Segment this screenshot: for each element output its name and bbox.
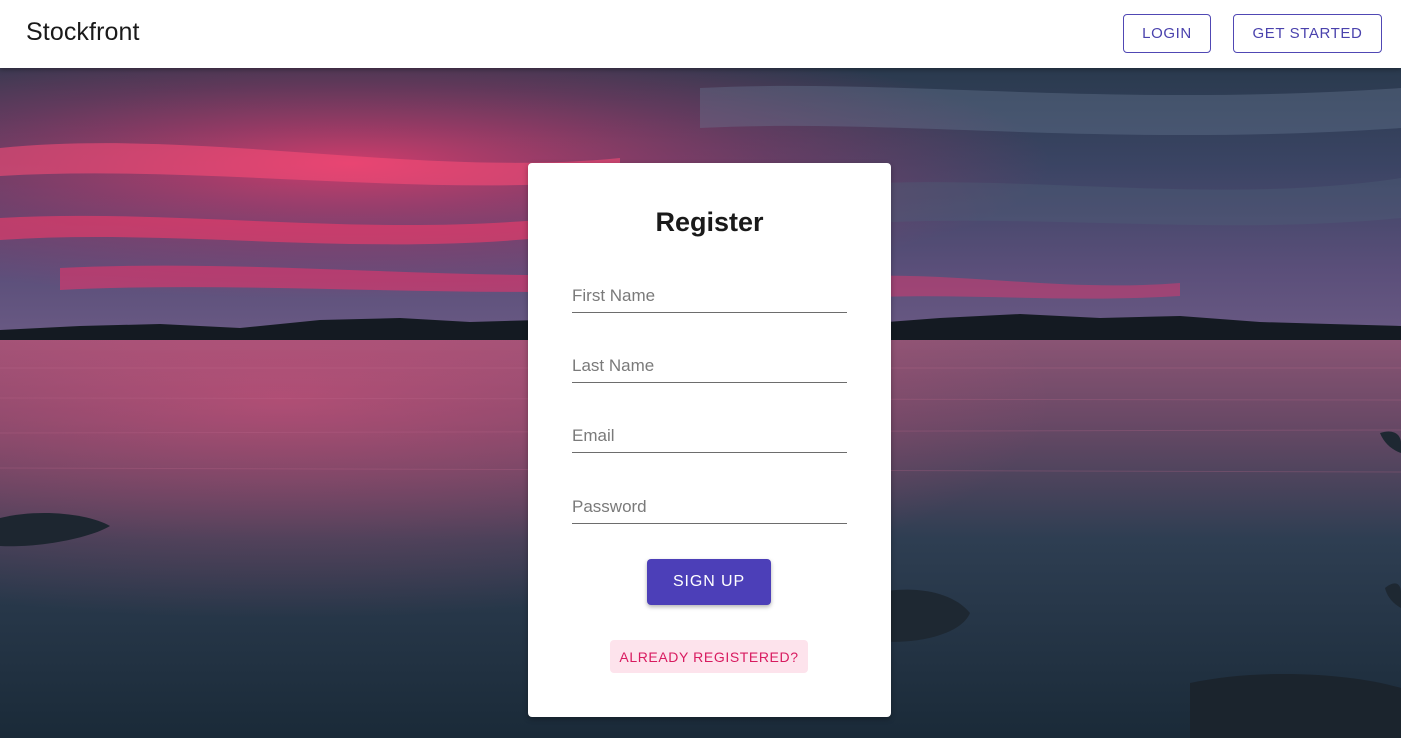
register-card: Register SIGN UP ALREADY REGISTERED? bbox=[528, 163, 891, 717]
app-bar: Stockfront LOGIN GET STARTED bbox=[0, 0, 1401, 68]
last-name-field bbox=[572, 341, 847, 383]
first-name-input[interactable] bbox=[572, 286, 847, 306]
get-started-button[interactable]: GET STARTED bbox=[1233, 14, 1382, 53]
brand-logo-text[interactable]: Stockfront bbox=[26, 18, 140, 47]
email-field bbox=[572, 411, 847, 453]
sign-up-button[interactable]: SIGN UP bbox=[647, 559, 771, 605]
first-name-field bbox=[572, 271, 847, 313]
email-input[interactable] bbox=[572, 426, 847, 446]
register-title: Register bbox=[655, 207, 764, 237]
password-field bbox=[572, 482, 847, 524]
already-registered-button[interactable]: ALREADY REGISTERED? bbox=[610, 640, 808, 673]
last-name-input[interactable] bbox=[572, 356, 847, 376]
login-button[interactable]: LOGIN bbox=[1123, 14, 1211, 53]
password-input[interactable] bbox=[572, 497, 847, 517]
